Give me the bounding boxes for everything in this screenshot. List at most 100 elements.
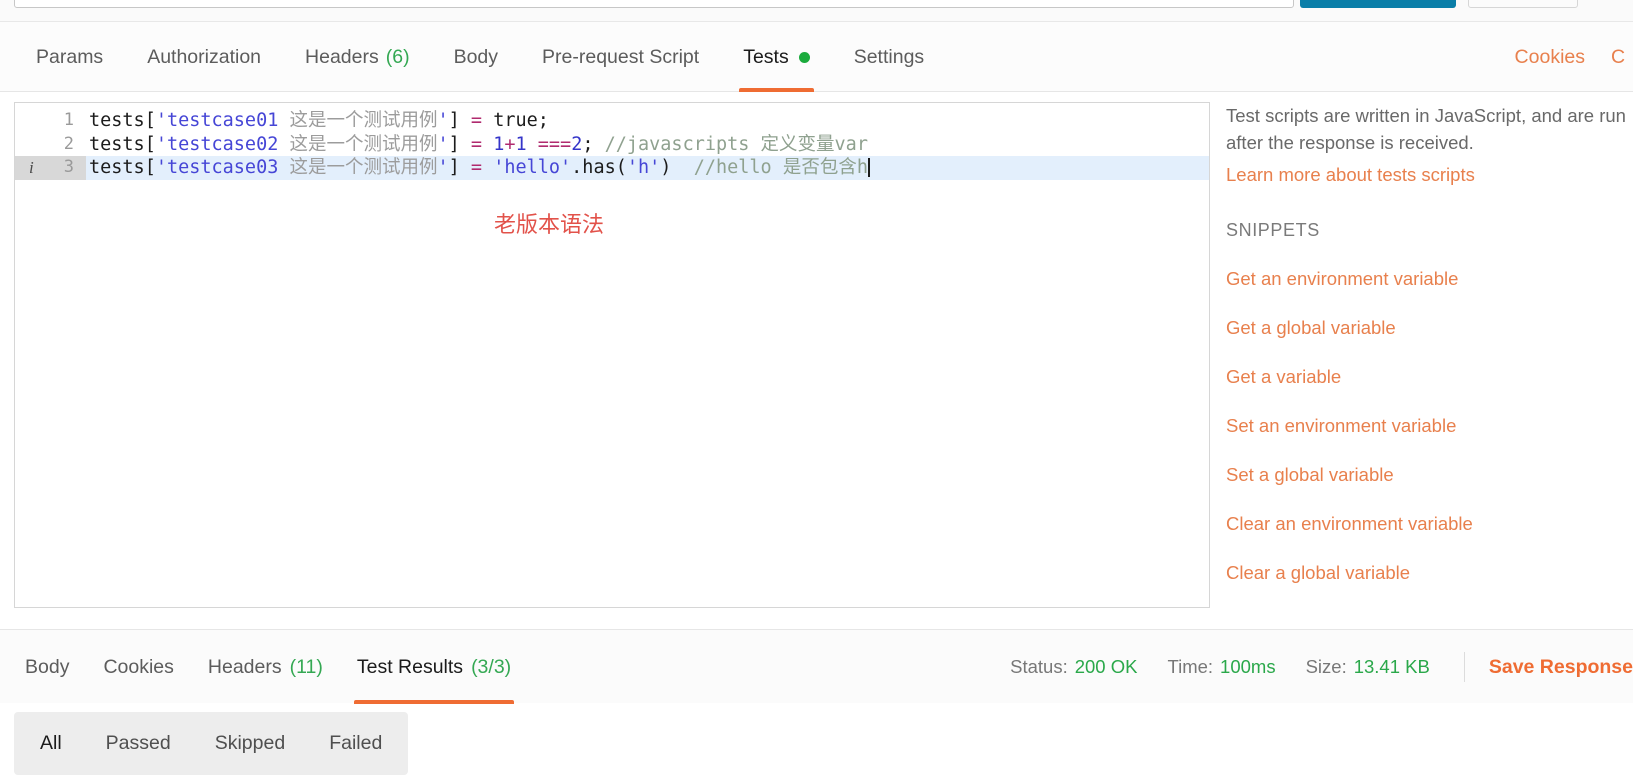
code-token: ) xyxy=(660,157,694,178)
code-token: + xyxy=(504,133,516,155)
tab-count-badge: (11) xyxy=(289,655,323,678)
code-area[interactable]: 1 tests['testcase01 这是一个测试用例'] = true; 2 te… xyxy=(15,103,1209,607)
response-tab-test-results[interactable]: Test Results (3/3) xyxy=(340,630,528,704)
time-label: Time: xyxy=(1167,656,1214,677)
snippet-item[interactable]: Get a global variable xyxy=(1226,317,1633,339)
response-tab-cookies[interactable]: Cookies xyxy=(86,630,190,704)
code-token: === xyxy=(537,133,572,155)
request-tab-authorization[interactable]: Authorization xyxy=(125,22,283,92)
status-meta: Status: 200 OK xyxy=(1010,656,1137,678)
filter-skipped[interactable]: Skipped xyxy=(193,712,307,775)
code-token: 'h' xyxy=(626,157,661,178)
request-tab-settings[interactable]: Settings xyxy=(832,22,946,92)
code-line-text: tests['testcase02 这是一个测试用例'] = 1+1 ===2;… xyxy=(86,133,868,157)
code-token: ] xyxy=(448,110,471,131)
code-link-truncated[interactable]: C xyxy=(1611,22,1633,92)
editor-annotation-text: 老版本语法 xyxy=(494,213,605,238)
filter-all[interactable]: All xyxy=(18,712,84,775)
snippet-item[interactable]: Get an environment variable xyxy=(1226,268,1633,290)
line-number-gutter: i3 xyxy=(15,156,86,180)
tab-label: Test Results xyxy=(356,655,464,678)
code-token: = xyxy=(470,133,483,155)
code-token: = xyxy=(470,110,483,131)
status-value: 200 OK xyxy=(1074,656,1138,677)
request-tabs: Params Authorization Headers (6) Body Pre-req… xyxy=(14,22,946,92)
code-line[interactable]: i 3 tests['testcase03 这是一个测试用例'] = 'hello'… xyxy=(15,156,1209,180)
code-token: true; xyxy=(482,110,549,131)
meta-divider xyxy=(1463,652,1465,682)
snippet-item[interactable]: Clear a global variable xyxy=(1226,562,1633,584)
code-line-text: tests['testcase03 这是一个测试用例'] = 'hello'.h… xyxy=(86,156,870,180)
size-meta: Size: 13.41 KB xyxy=(1306,656,1430,678)
tab-label: Authorization xyxy=(147,45,262,68)
snippets-heading: SNIPPETS xyxy=(1226,220,1320,240)
code-token: 2 xyxy=(571,133,583,155)
tab-count-badge: (6) xyxy=(385,45,410,68)
code-token: 这是一个测试用例 xyxy=(289,157,438,178)
snippet-item[interactable]: Clear an environment variable xyxy=(1226,513,1633,535)
response-tab-headers[interactable]: Headers (11) xyxy=(191,630,340,704)
code-token: ' xyxy=(437,110,449,131)
tests-script-editor[interactable]: 1 tests['testcase01 这是一个测试用例'] = true; 2 te… xyxy=(14,102,1210,608)
code-token: tests[ xyxy=(89,133,156,155)
tab-label: Settings xyxy=(853,45,925,68)
code-token: ' xyxy=(437,133,449,155)
line-number: 1 xyxy=(63,110,74,130)
snippet-item[interactable]: Get a variable xyxy=(1226,366,1633,388)
code-token: .has( xyxy=(571,157,627,178)
code-line-text: tests['testcase01 这是一个测试用例'] = true; xyxy=(86,109,549,133)
code-token: ; xyxy=(582,133,605,155)
save-request-button[interactable] xyxy=(1468,0,1578,8)
line-number: 2 xyxy=(63,133,74,154)
code-token: ] xyxy=(448,157,471,178)
code-line[interactable]: 1 tests['testcase01 这是一个测试用例'] = true; xyxy=(15,109,1209,133)
request-tab-body[interactable]: Body xyxy=(432,22,520,92)
response-meta: Status: 200 OK Time: 100ms Size: 13.41 KB S… xyxy=(980,630,1633,704)
code-token: 这是一个测试用例 xyxy=(289,110,438,131)
code-token: 'testcase03 xyxy=(155,157,290,178)
filter-failed[interactable]: Failed xyxy=(307,712,404,775)
size-value: 13.41 KB xyxy=(1353,656,1430,677)
active-tab-underline xyxy=(353,700,515,704)
send-button[interactable] xyxy=(1300,0,1456,8)
url-bar-strip xyxy=(0,0,1633,22)
line-number-gutter: 2 xyxy=(15,133,86,157)
tab-label: Cookies xyxy=(103,655,174,678)
snippet-item[interactable]: Set an environment variable xyxy=(1226,415,1633,437)
code-token: //hello 是否包含h xyxy=(693,157,868,178)
tests-help-panel: Test scripts are written in JavaScript, … xyxy=(1226,102,1633,608)
cookies-link[interactable]: Cookies xyxy=(1515,22,1585,92)
code-token: 这是一个测试用例 xyxy=(289,133,438,155)
tab-label: Headers xyxy=(207,655,282,678)
tab-label: Body xyxy=(453,45,499,68)
test-result-filters: All Passed Skipped Failed xyxy=(14,712,409,775)
filter-passed[interactable]: Passed xyxy=(84,712,193,775)
line-number-gutter: 1 xyxy=(15,109,86,133)
time-meta: Time: 100ms xyxy=(1167,656,1275,678)
request-tab-pre-request-script[interactable]: Pre-request Script xyxy=(520,22,721,92)
url-input[interactable] xyxy=(14,0,1294,8)
help-description: Test scripts are written in JavaScript, … xyxy=(1226,105,1626,153)
request-tab-params[interactable]: Params xyxy=(14,22,125,92)
code-token: 'testcase02 xyxy=(155,133,290,155)
tab-count-badge: (3/3) xyxy=(471,655,512,678)
code-token: 'hello' xyxy=(493,157,572,178)
size-label: Size: xyxy=(1305,656,1347,677)
learn-more-link[interactable]: Learn more about tests scripts xyxy=(1226,164,1633,186)
tab-label: Pre-request Script xyxy=(542,45,700,68)
tab-label: Tests xyxy=(743,45,789,68)
code-token: 'testcase01 xyxy=(155,110,290,131)
code-line[interactable]: 2 tests['testcase02 这是一个测试用例'] = 1+1 ===2… xyxy=(15,133,1209,157)
text-caret xyxy=(867,158,870,177)
response-tab-body[interactable]: Body xyxy=(8,630,86,704)
request-tab-headers[interactable]: Headers (6) xyxy=(283,22,432,92)
tab-label: Headers xyxy=(305,45,379,68)
save-response-button[interactable]: Save Response xyxy=(1489,656,1633,679)
info-lint-icon[interactable]: i xyxy=(29,156,34,180)
snippets-list: Get an environment variable Get a global … xyxy=(1226,268,1633,584)
line-number: 3 xyxy=(63,157,74,177)
snippet-item[interactable]: Set a global variable xyxy=(1226,464,1633,486)
response-bar: Body Cookies Headers (11) Test Results (3/3) … xyxy=(0,629,1633,704)
request-tab-tests[interactable]: Tests xyxy=(721,22,832,92)
